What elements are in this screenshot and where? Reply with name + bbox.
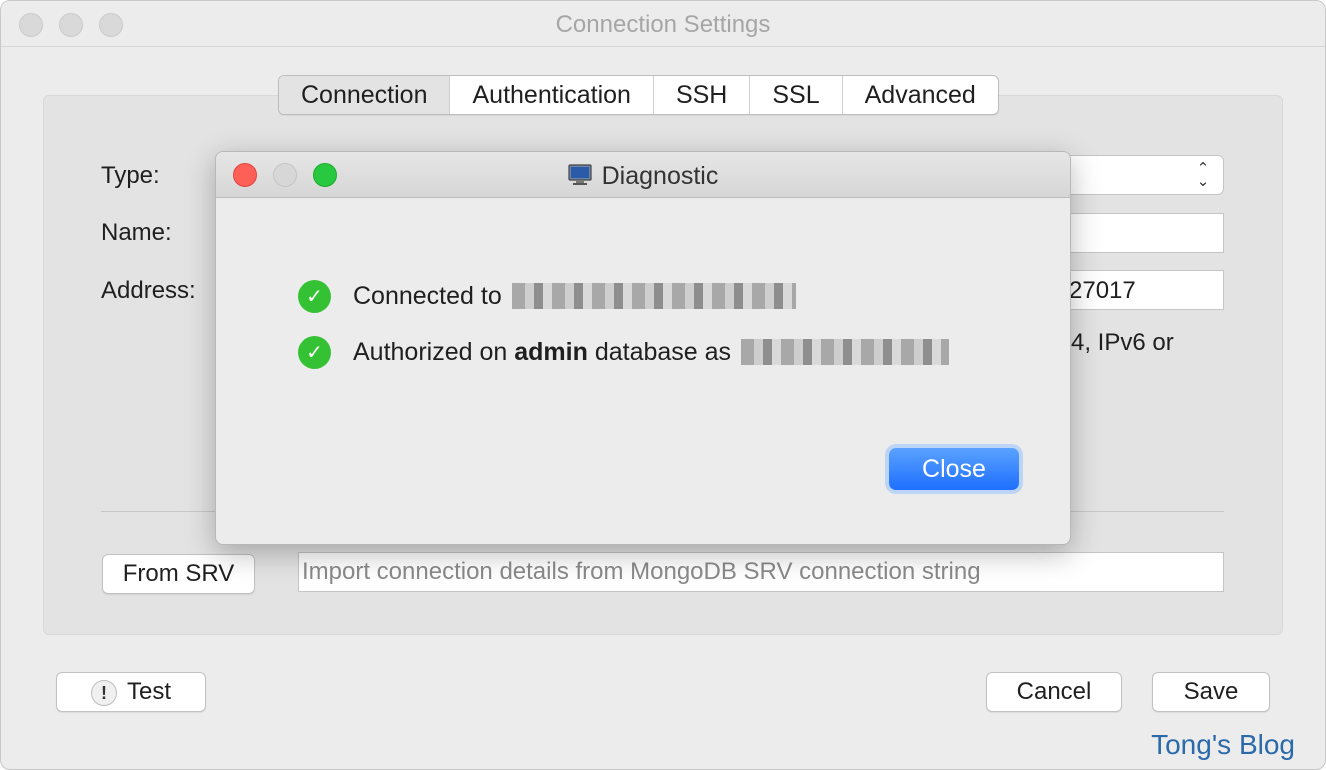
watermark-text: Tong's Blog (1151, 729, 1295, 760)
name-label: Name: (101, 219, 172, 246)
address-port-value: 27017 (1069, 277, 1136, 304)
tab-ssh[interactable]: SSH (654, 76, 751, 114)
tab-connection[interactable]: Connection (279, 76, 451, 114)
connected-text: Connected to (353, 281, 502, 310)
computer-icon (568, 164, 592, 185)
dialog-titlebar: Diagnostic (216, 152, 1070, 198)
chevron-updown-icon: ⌃ ⌄ (1196, 160, 1210, 190)
cancel-button[interactable]: Cancel (986, 672, 1122, 712)
connected-status-row: ✓ Connected to (298, 278, 796, 314)
dialog-title-wrap: Diagnostic (216, 162, 1070, 191)
tab-authentication[interactable]: Authentication (450, 76, 654, 114)
test-button-label: Test (126, 678, 171, 705)
from-srv-button[interactable]: From SRV (102, 554, 255, 594)
tab-ssl[interactable]: SSL (750, 76, 843, 114)
checkmark-icon: ✓ (298, 279, 331, 313)
authorized-prefix-text: Authorized on (353, 337, 508, 366)
srv-connection-string-input[interactable]: Import connection details from MongoDB S… (298, 552, 1224, 592)
authorized-suffix-text: database as (594, 337, 732, 366)
warning-icon: ! (90, 679, 117, 706)
type-select[interactable]: ⌃ ⌄ (1051, 155, 1224, 195)
checkmark-icon: ✓ (298, 335, 331, 369)
close-button[interactable]: Close (889, 448, 1019, 490)
tab-advanced[interactable]: Advanced (843, 76, 998, 114)
save-button[interactable]: Save (1152, 672, 1270, 712)
tab-bar: Connection Authentication SSH SSL Advanc… (278, 75, 999, 115)
address-hint-text: 4, IPv6 or (1071, 329, 1174, 356)
authorized-db-name: admin (514, 337, 588, 366)
redacted-username (741, 339, 950, 365)
diagnostic-dialog: Diagnostic ✓ Connected to ✓ Authorized o… (215, 151, 1071, 545)
name-input[interactable] (1051, 213, 1224, 253)
address-label: Address: (101, 277, 196, 304)
test-button[interactable]: ! Test (56, 672, 206, 712)
dialog-title: Diagnostic (601, 162, 719, 190)
type-label: Type: (101, 162, 160, 189)
window-title: Connection Settings (555, 11, 771, 38)
authorized-status-row: ✓ Authorized on admin database as (298, 334, 950, 370)
redacted-host (511, 283, 796, 309)
window-titlebar: Connection Settings (1, 1, 1325, 47)
